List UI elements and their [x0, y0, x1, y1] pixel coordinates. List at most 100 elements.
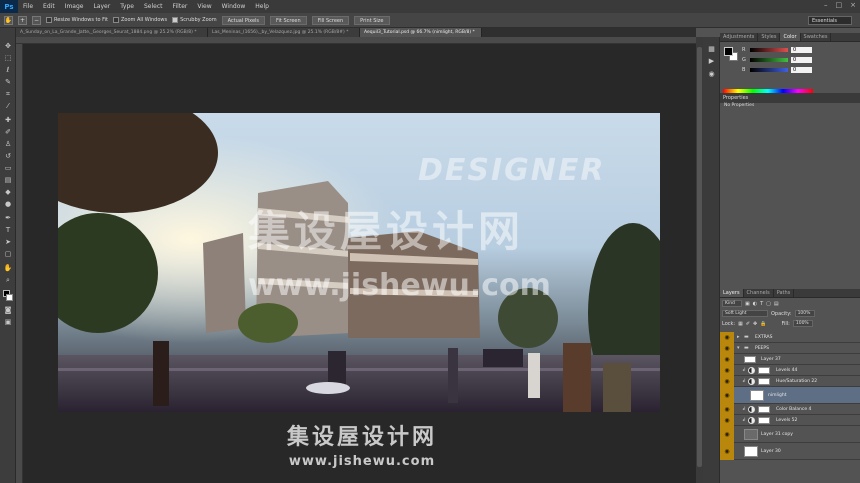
pen-tool-icon[interactable]: ✒ [3, 214, 13, 222]
chevron-down-icon[interactable]: ▾ [737, 343, 740, 354]
tab-seurat[interactable]: A_Sunday_on_La_Grande_Jatte,_Georges_Seu… [16, 28, 208, 37]
layer-row[interactable]: ◉ Layer 30 [720, 443, 860, 460]
lock-move-icon[interactable]: ✥ [753, 321, 757, 327]
filter-smart-icon[interactable]: ▤ [774, 301, 779, 307]
screen-mode-icon[interactable]: ▣ [3, 318, 13, 326]
zoom-in-icon[interactable]: + [18, 15, 27, 25]
tab-layers[interactable]: Layers [720, 289, 744, 297]
actual-pixels-button[interactable]: Actual Pixels [221, 15, 266, 25]
menu-file[interactable]: File [18, 3, 38, 10]
layer-row[interactable]: ◉ ↲ Levels 44 [720, 365, 860, 376]
menu-layer[interactable]: Layer [88, 3, 115, 10]
minimize-button[interactable]: – [824, 1, 828, 9]
fill-field[interactable]: 100% [792, 320, 813, 327]
clone-stamp-icon[interactable]: ♙ [3, 140, 13, 148]
tab-las-meninas[interactable]: Las_Meninas_(1656),_by_Velazquez.jpg @ 2… [208, 28, 360, 37]
lock-paint-icon[interactable]: ✐ [746, 321, 750, 327]
blur-tool-icon[interactable]: ◆ [3, 188, 13, 196]
visibility-eye-icon[interactable]: ◉ [720, 415, 734, 426]
layer-row[interactable]: ◉ Layer 37 [720, 354, 860, 365]
canvas-vertical-scrollbar[interactable] [696, 37, 703, 483]
visibility-eye-icon[interactable]: ◉ [720, 387, 734, 404]
maximize-button[interactable]: □ [836, 1, 843, 9]
menu-help[interactable]: Help [250, 3, 274, 10]
chevron-right-icon[interactable]: ▸ [737, 332, 740, 343]
visibility-eye-icon[interactable]: ◉ [720, 365, 734, 376]
red-value-field[interactable]: 0 [791, 47, 812, 53]
blue-slider[interactable] [750, 68, 788, 72]
hand-tool-icon[interactable]: ✋ [3, 264, 13, 272]
quick-mask-icon[interactable]: ◙ [3, 306, 13, 314]
tab-styles[interactable]: Styles [758, 33, 781, 41]
scrubby-zoom-checkbox[interactable]: Scrubby Zoom [172, 17, 217, 23]
workspace-selector[interactable]: Essentials [808, 16, 852, 25]
close-button[interactable]: × [850, 1, 856, 9]
green-value-field[interactable]: 0 [791, 57, 812, 63]
fill-screen-button[interactable]: Fill Screen [311, 15, 350, 25]
layer-row[interactable]: ◉ ↲ Levels 52 [720, 415, 860, 426]
blend-mode-dropdown[interactable]: Soft Light [722, 310, 768, 317]
kind-filter-dropdown[interactable]: Kind [722, 300, 742, 307]
healing-brush-icon[interactable]: ✚ [3, 116, 13, 124]
red-slider[interactable] [750, 48, 788, 52]
document-image[interactable]: DESIGNER 集设屋设计网 www.jishewu.com [58, 113, 660, 412]
tab-paths[interactable]: Paths [774, 289, 795, 297]
crop-tool-icon[interactable]: ⌗ [3, 90, 13, 98]
print-size-button[interactable]: Print Size [354, 15, 390, 25]
layer-row[interactable]: ◉ Layer 31 copy [720, 426, 860, 443]
shape-tool-icon[interactable]: ▢ [3, 250, 13, 258]
zoom-out-icon[interactable]: − [32, 15, 41, 25]
filter-pixel-icon[interactable]: ▣ [745, 301, 750, 307]
move-tool-icon[interactable]: ✥ [3, 42, 13, 50]
fit-screen-button[interactable]: Fit Screen [270, 15, 307, 25]
background-color-swatch[interactable] [6, 294, 13, 301]
brush-tool-icon[interactable]: ✐ [3, 128, 13, 136]
hand-icon[interactable]: ✋ [4, 15, 13, 25]
layer-row[interactable]: ◉ ▸ ▬ EXTRAS [720, 332, 860, 343]
menu-filter[interactable]: Filter [168, 3, 193, 10]
marquee-tool-icon[interactable]: ⬚ [3, 54, 13, 62]
history-icon[interactable]: ▦ [707, 45, 716, 54]
visibility-eye-icon[interactable]: ◉ [720, 332, 734, 343]
menu-select[interactable]: Select [139, 3, 168, 10]
tab-adjustments[interactable]: Adjustments [720, 33, 759, 41]
visibility-eye-icon[interactable]: ◉ [720, 354, 734, 365]
visibility-eye-icon[interactable]: ◉ [720, 404, 734, 415]
lock-transparent-icon[interactable]: ▦ [738, 321, 743, 327]
filter-adjustment-icon[interactable]: ◐ [753, 301, 757, 307]
menu-type[interactable]: Type [115, 3, 139, 10]
menu-window[interactable]: Window [217, 3, 251, 10]
layer-row[interactable]: ◉ ↲ Hue/Saturation 22 [720, 376, 860, 387]
color-wheel-icon[interactable]: ◉ [707, 70, 716, 79]
gradient-tool-icon[interactable]: ▤ [3, 176, 13, 184]
quick-select-icon[interactable]: ✎ [3, 78, 13, 86]
eyedropper-icon[interactable]: ⁄ [3, 102, 13, 110]
layer-row[interactable]: ◉ ▾ ▬ PEEPS [720, 343, 860, 354]
resize-windows-checkbox[interactable]: Resize Windows to Fit [46, 17, 108, 23]
green-slider[interactable] [750, 58, 788, 62]
zoom-all-windows-checkbox[interactable]: Zoom All Windows [113, 17, 167, 23]
actions-icon[interactable]: ▶ [707, 57, 716, 66]
menu-image[interactable]: Image [60, 3, 89, 10]
lasso-tool-icon[interactable]: ℓ [3, 66, 13, 74]
layer-row[interactable]: ◉ ↲ Color Balance 4 [720, 404, 860, 415]
eraser-tool-icon[interactable]: ▭ [3, 164, 13, 172]
menu-view[interactable]: View [192, 3, 216, 10]
visibility-eye-icon[interactable]: ◉ [720, 443, 734, 460]
history-brush-icon[interactable]: ↺ [3, 152, 13, 160]
tab-color[interactable]: Color [780, 33, 801, 41]
menu-edit[interactable]: Edit [38, 3, 60, 10]
zoom-tool-icon[interactable]: ⌕ [3, 276, 13, 284]
dodge-tool-icon[interactable]: ● [3, 200, 13, 208]
layer-row-selected[interactable]: ◉ nimlight [720, 387, 860, 404]
tab-swatches[interactable]: Swatches [801, 33, 832, 41]
opacity-field[interactable]: 100% [794, 310, 815, 317]
lock-all-icon[interactable]: 🔒 [760, 321, 766, 327]
type-tool-icon[interactable]: T [3, 226, 13, 234]
visibility-eye-icon[interactable]: ◉ [720, 376, 734, 387]
path-select-icon[interactable]: ➤ [3, 238, 13, 246]
visibility-eye-icon[interactable]: ◉ [720, 343, 734, 354]
filter-shape-icon[interactable]: ▢ [766, 301, 771, 307]
tab-aequil-tutorial[interactable]: Aequil3_Tutorial.psd @ 66.7% (nimlight, … [360, 28, 482, 37]
properties-panel-header[interactable]: Properties [720, 93, 860, 103]
